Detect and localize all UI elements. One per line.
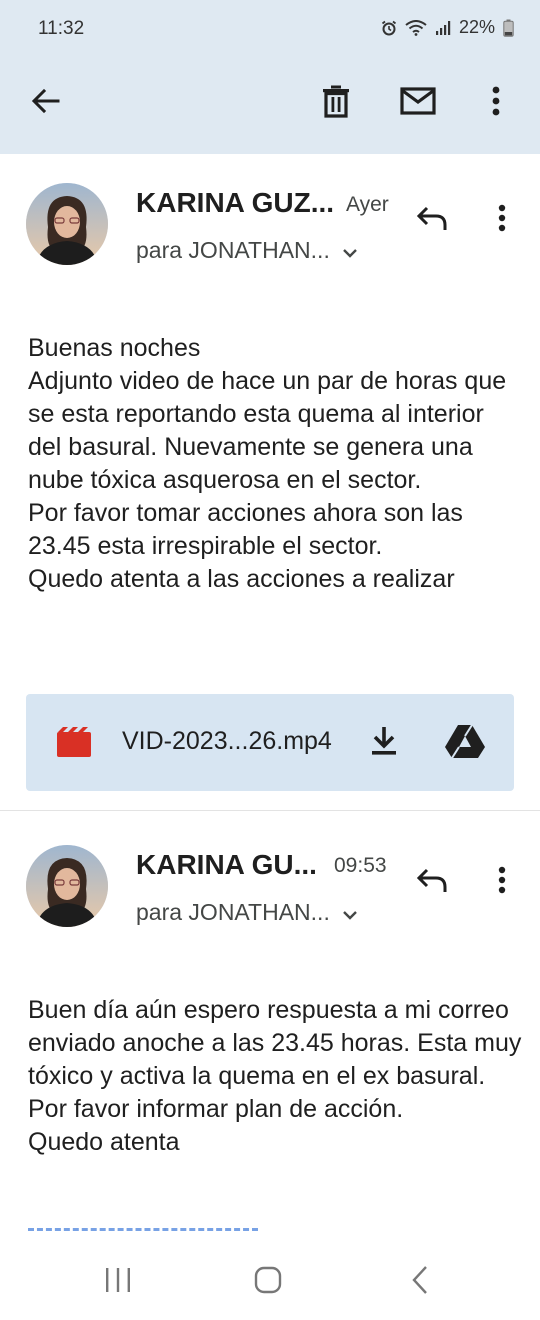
- alarm-icon: [381, 20, 397, 36]
- wifi-icon: [405, 19, 427, 36]
- download-icon[interactable]: [370, 725, 398, 762]
- message-more-button[interactable]: [484, 196, 520, 240]
- body-paragraph: Buen día aún espero respuesta a mi corre…: [28, 996, 522, 1090]
- recipient-line[interactable]: para JONATHAN...: [136, 237, 358, 264]
- battery-text: 22%: [458, 17, 495, 37]
- recipient-text: para JONATHAN...: [136, 237, 330, 263]
- body-paragraph: Quedo atenta a las acciones a realizar: [28, 565, 455, 593]
- more-vert-icon: [498, 866, 506, 894]
- message-more-button[interactable]: [484, 858, 520, 902]
- body-paragraph: Adjunto video de hace un par de horas qu…: [28, 367, 507, 494]
- back-button[interactable]: [22, 77, 70, 125]
- body-paragraph: Buenas noches: [28, 334, 201, 362]
- reply-icon: [416, 205, 448, 231]
- body-paragraph: Por favor tomar acciones ahora son las 2…: [28, 499, 463, 560]
- sender-name: KARINA GUZ...: [136, 187, 335, 218]
- back-arrow-icon: [30, 85, 62, 117]
- body-paragraph: Quedo atenta: [28, 1128, 180, 1156]
- mark-unread-button[interactable]: [394, 77, 442, 125]
- message-date: Ayer: [346, 193, 389, 216]
- attachment-chip[interactable]: VID-2023...26.mp4: [26, 694, 514, 791]
- signal-icon: [435, 20, 451, 36]
- reply-button[interactable]: [410, 858, 454, 902]
- recipient-line[interactable]: para JONATHAN...: [136, 899, 358, 926]
- message-card: KARINA GU... 09:53 para JONATHAN... Buen…: [0, 811, 540, 1240]
- status-time: 11:32: [38, 18, 85, 39]
- message-body: Buenas noches Adjunto video de hace un p…: [28, 332, 523, 596]
- system-nav-bar: [0, 1240, 540, 1320]
- overflow-menu-button[interactable]: [472, 77, 520, 125]
- recipient-text: para JONATHAN...: [136, 899, 330, 925]
- sender-name: KARINA GU...: [136, 849, 317, 880]
- message-body: Buen día aún espero respuesta a mi corre…: [28, 994, 523, 1159]
- status-icons: 22%: [381, 17, 514, 38]
- video-file-icon: [57, 727, 91, 762]
- battery-icon: [503, 19, 514, 37]
- attachment-name: VID-2023...26.mp4: [122, 727, 332, 755]
- body-paragraph: Por favor informar plan de acción.: [28, 1095, 404, 1123]
- home-icon[interactable]: [254, 1266, 282, 1299]
- chevron-down-icon: [342, 237, 358, 264]
- more-vert-icon: [492, 86, 500, 116]
- message-date: 09:53: [334, 854, 387, 877]
- status-bar: 11:32 22%: [0, 0, 540, 56]
- avatar[interactable]: [26, 183, 108, 265]
- recent-apps-icon[interactable]: [104, 1267, 132, 1298]
- trash-icon: [321, 84, 351, 118]
- reply-button[interactable]: [410, 196, 454, 240]
- avatar[interactable]: [26, 845, 108, 927]
- drive-icon[interactable]: [445, 724, 485, 763]
- mail-icon: [400, 87, 436, 115]
- chevron-down-icon: [342, 899, 358, 926]
- back-nav-icon[interactable]: [410, 1265, 430, 1300]
- more-vert-icon: [498, 204, 506, 232]
- delete-button[interactable]: [312, 77, 360, 125]
- reply-icon: [416, 867, 448, 893]
- app-bar: [0, 56, 540, 154]
